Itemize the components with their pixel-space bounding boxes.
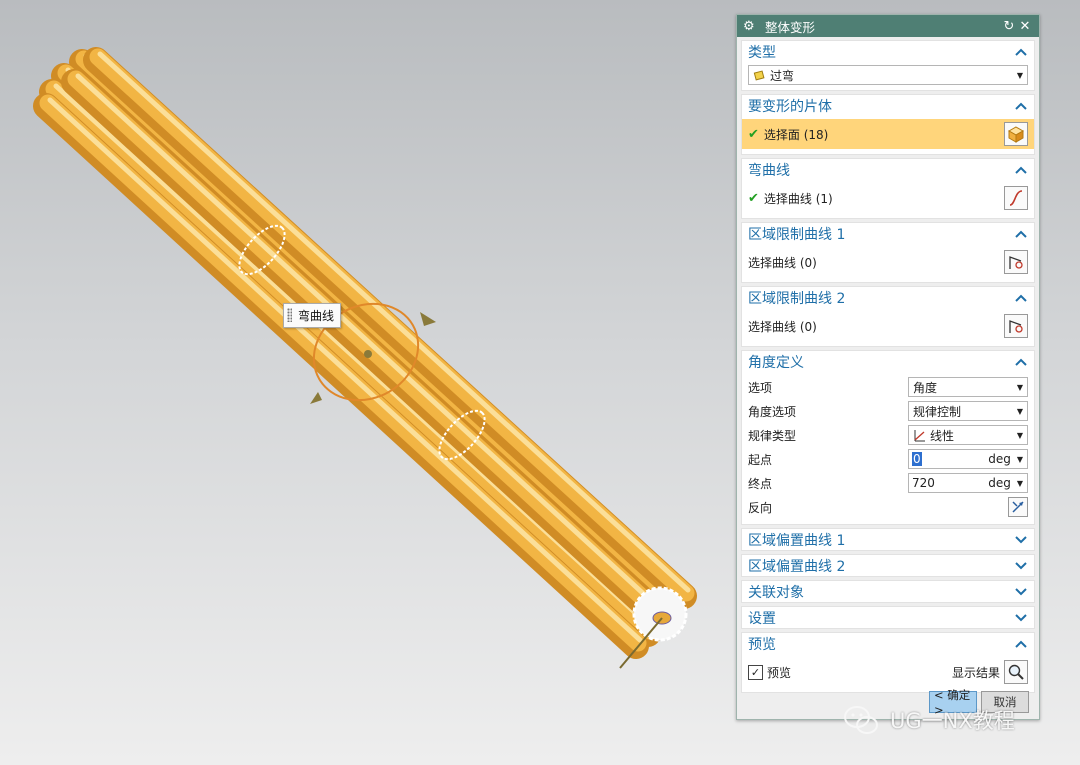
region-curve-icon[interactable]: [1004, 250, 1028, 274]
chevron-up-icon: [1014, 227, 1028, 241]
chevron-down-icon: ▼: [1016, 70, 1023, 80]
section-bend-curve: 弯曲线 ✔ 选择曲线 (1): [741, 158, 1035, 219]
law-type-dropdown[interactable]: 线性 ▼: [908, 425, 1028, 445]
angle-option-row: 角度选项 规律控制 ▼: [748, 399, 1028, 423]
bend-type-icon: [753, 69, 765, 81]
section-bend-curve-header[interactable]: 弯曲线: [742, 159, 1034, 181]
section-preview: 预览 ✓ 预览 显示结果: [741, 632, 1035, 693]
linear-law-icon: [914, 429, 925, 441]
section-region-offset-1-header[interactable]: 区域偏置曲线 1: [742, 529, 1034, 550]
rod-highlight: [89, 48, 695, 602]
section-sheet-body: 要变形的片体 ✔ 选择面 (18): [741, 94, 1035, 155]
checkmark-icon: ✔: [748, 126, 759, 142]
bend-curve-tooltip: 弯曲线: [283, 303, 342, 328]
curve-select-icon[interactable]: [1004, 186, 1028, 210]
face-select-icon[interactable]: [1004, 122, 1028, 146]
select-region-curve-1-row[interactable]: 选择曲线 (0): [748, 247, 1028, 277]
section-settings-header[interactable]: 设置: [742, 607, 1034, 628]
section-region-offset-1: 区域偏置曲线 1: [741, 528, 1035, 551]
global-deform-dialog: ⚙ 整体变形 ↻ ✕ 类型 过弯 ▼ 要变形的片体 ✔ 选择面 (18) 弯曲线…: [736, 14, 1040, 720]
rod-shine: [75, 73, 673, 621]
rod-shine: [47, 97, 643, 643]
section-angle-definition: 角度定义 选项 角度 ▼ 角度选项 规律控制 ▼ 规律类型 线性 ▼ 起点 0 deg ▼…: [741, 350, 1035, 525]
grip-icon: [287, 308, 292, 322]
reset-icon[interactable]: ↻: [1001, 19, 1017, 34]
chevron-up-icon: [1014, 99, 1028, 113]
watermark: UG一NX教程: [842, 703, 1015, 737]
option-dropdown[interactable]: 角度 ▼: [908, 377, 1028, 397]
chevron-down-icon: [1014, 585, 1028, 599]
dialog-titlebar: ⚙ 整体变形 ↻ ✕: [737, 15, 1039, 37]
end-row: 终点 720 deg ▼: [748, 471, 1028, 495]
chevron-up-icon: [1014, 163, 1028, 177]
preview-row: ✓ 预览 显示结果: [748, 657, 1028, 687]
section-region-offset-2-header[interactable]: 区域偏置曲线 2: [742, 555, 1034, 576]
option-row: 选项 角度 ▼: [748, 375, 1028, 399]
preview-checkbox[interactable]: ✓: [748, 664, 763, 680]
chevron-up-icon: [1014, 637, 1028, 651]
checkmark-icon: ✔: [748, 190, 759, 206]
section-region-limit-1: 区域限制曲线 1 选择曲线 (0): [741, 222, 1035, 283]
chevron-up-icon: [1014, 291, 1028, 305]
select-face-row[interactable]: ✔ 选择面 (18): [742, 119, 1034, 149]
section-region-limit-1-header[interactable]: 区域限制曲线 1: [742, 223, 1034, 245]
rod-shine: [97, 51, 691, 593]
magnifier-icon[interactable]: [1004, 660, 1028, 684]
handle-arrow[interactable]: [420, 312, 436, 326]
chevron-down-icon: ▼: [1016, 430, 1023, 440]
rod-highlight: [39, 94, 647, 652]
section-preview-header[interactable]: 预览: [742, 633, 1034, 655]
handle-arrow[interactable]: [310, 392, 322, 404]
chevron-down-icon[interactable]: ▼: [1017, 455, 1027, 464]
section-associated-objects: 关联对象: [741, 580, 1035, 603]
select-bend-curve-row[interactable]: ✔ 选择曲线 (1): [748, 183, 1028, 213]
section-type: 类型 过弯 ▼: [741, 40, 1035, 91]
dialog-title: 整体变形: [765, 19, 816, 35]
chevron-down-icon: [1014, 611, 1028, 625]
select-region-curve-2-row[interactable]: 选择曲线 (0): [748, 311, 1028, 341]
chevron-down-icon[interactable]: ▼: [1017, 479, 1027, 488]
section-region-limit-2: 区域限制曲线 2 选择曲线 (0): [741, 286, 1035, 347]
region-curve-icon[interactable]: [1004, 314, 1028, 338]
reverse-row: 反向: [748, 495, 1028, 519]
chevron-up-icon: [1014, 45, 1028, 59]
section-sheet-body-header[interactable]: 要变形的片体: [742, 95, 1034, 117]
section-angle-definition-header[interactable]: 角度定义: [742, 351, 1034, 373]
gear-icon[interactable]: ⚙: [743, 19, 759, 34]
start-angle-input[interactable]: 0 deg ▼: [908, 449, 1028, 469]
chevron-down-icon: [1014, 559, 1028, 573]
section-settings: 设置: [741, 606, 1035, 629]
chevron-down-icon: ▼: [1016, 382, 1023, 392]
start-row: 起点 0 deg ▼: [748, 447, 1028, 471]
rod-highlight: [67, 70, 677, 630]
type-dropdown[interactable]: 过弯 ▼: [748, 65, 1028, 85]
chevron-down-icon: ▼: [1016, 406, 1023, 416]
end-angle-input[interactable]: 720 deg ▼: [908, 473, 1028, 493]
reverse-direction-icon[interactable]: [1008, 497, 1028, 517]
wechat-logo-icon: [844, 706, 878, 734]
section-region-limit-2-header[interactable]: 区域限制曲线 2: [742, 287, 1034, 309]
handle-origin[interactable]: [364, 350, 372, 358]
rod-highlight: [45, 80, 659, 640]
chevron-up-icon: [1014, 355, 1028, 369]
chevron-down-icon: [1014, 533, 1028, 547]
law-type-row: 规律类型 线性 ▼: [748, 423, 1028, 447]
section-type-header[interactable]: 类型: [742, 41, 1034, 63]
close-icon[interactable]: ✕: [1017, 19, 1033, 34]
section-region-offset-2: 区域偏置曲线 2: [741, 554, 1035, 577]
angle-option-dropdown[interactable]: 规律控制 ▼: [908, 401, 1028, 421]
section-associated-objects-header[interactable]: 关联对象: [742, 581, 1034, 602]
